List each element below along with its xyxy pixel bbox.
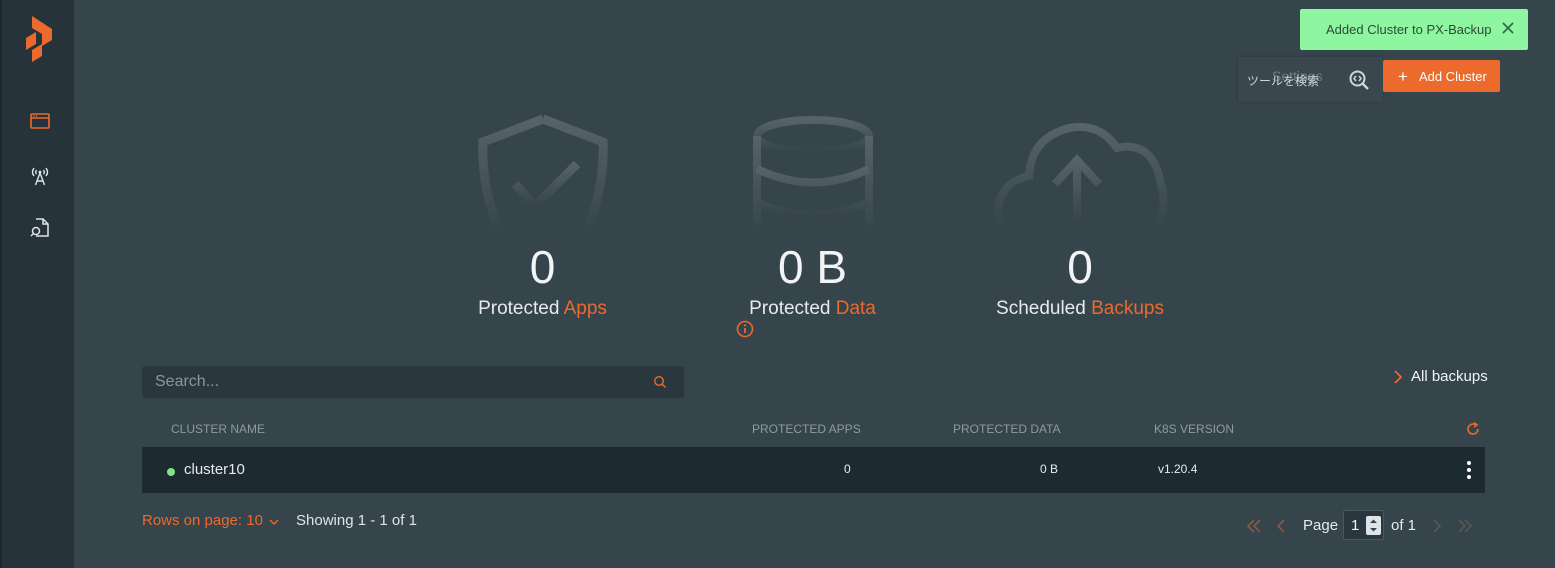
scheduled-backups-value: 0 [1067,241,1093,293]
page-number-input[interactable]: 1 [1343,510,1384,540]
sidebar-item-backups[interactable] [28,216,52,240]
header-cluster-name[interactable]: CLUSTER NAME [171,422,265,436]
toast-message: Added Cluster to PX-Backup [1326,22,1492,37]
scheduled-backups-caption: Scheduled Backups [990,298,1170,320]
protected-data-caption: Protected Data [730,298,895,338]
search-code-icon[interactable] [1348,69,1370,91]
chevron-down-icon [269,519,279,525]
cloud-upload-icon [994,123,1168,228]
rows-per-page-select[interactable]: Rows on page: 10 [142,512,279,529]
caption-prefix: Scheduled [996,298,1092,319]
caption-accent[interactable]: Backups [1091,298,1164,319]
first-page-icon[interactable] [1246,517,1262,535]
browser-window-icon [30,113,50,129]
plus-icon: + [1398,66,1408,86]
protected-apps-value: 0 [529,241,556,293]
stat-protected-data: 0 B Protected Data [730,114,895,338]
cell-protected-data: 0 B [1040,462,1059,476]
more-options-icon[interactable] [1466,460,1472,480]
all-backups-link[interactable]: All backups [1393,368,1488,385]
stat-protected-apps: 0 Protected Apps [470,114,615,320]
caption-prefix: Protected [478,298,564,319]
tooltip-text: ツールを検索 [1247,74,1320,88]
caption-prefix: Protected [749,298,836,319]
document-search-icon [30,218,49,237]
header-protected-apps[interactable]: PROTECTED APPS [752,422,861,436]
add-cluster-label: Add Cluster [1418,68,1487,84]
sidebar-item-dashboard[interactable] [28,109,52,133]
sidebar-item-clusters[interactable] [28,163,52,187]
search-tools-tooltip[interactable]: Settings ツールを検索 [1238,57,1383,102]
cell-cluster-name[interactable]: cluster10 [184,461,245,478]
shield-check-icon [477,114,608,234]
page-number-value: 1 [1351,517,1360,534]
protected-data-value: 0 B [777,241,848,293]
all-backups-label: All backups [1411,368,1488,385]
cluster-search [142,366,684,398]
next-page-icon[interactable] [1432,517,1442,535]
cell-protected-apps: 0 [844,462,851,476]
stepper-arrows-icon[interactable] [1366,516,1381,535]
caption-accent[interactable]: Apps [564,298,607,319]
cell-k8s-version: v1.20.4 [1158,462,1198,476]
sidebar [0,0,74,568]
database-icon [752,116,873,234]
antenna-broadcast-icon [31,167,49,186]
protected-apps-caption: Protected Apps [470,298,615,320]
showing-count: Showing 1 - 1 of 1 [296,512,417,529]
success-toast: Added Cluster to PX-Backup [1300,9,1528,50]
portworx-logo-icon[interactable] [26,16,54,62]
status-online-dot [167,468,175,476]
search-icon[interactable] [653,375,667,389]
info-icon[interactable] [736,320,754,338]
header-k8s-version[interactable]: K8S VERSION [1154,422,1234,436]
table-row[interactable]: cluster10 0 0 B v1.20.4 [142,447,1485,493]
chevron-right-icon [1394,369,1403,384]
close-icon[interactable] [1500,20,1516,36]
caption-accent[interactable]: Data [836,298,876,319]
refresh-icon[interactable] [1465,421,1481,437]
header-protected-data[interactable]: PROTECTED DATA [953,422,1061,436]
page-label: Page [1303,517,1339,534]
app-window: Added Cluster to PX-Backup Settings ツールを… [0,0,1555,568]
search-input[interactable] [142,366,684,398]
previous-page-icon[interactable] [1276,517,1286,535]
add-cluster-button[interactable]: + Add Cluster [1383,60,1500,92]
last-page-icon[interactable] [1457,517,1473,535]
page-total: of 1 [1391,517,1417,534]
stat-scheduled-backups: 0 Scheduled Backups [990,114,1170,320]
rows-per-page-label: Rows on page: 10 [142,512,263,529]
